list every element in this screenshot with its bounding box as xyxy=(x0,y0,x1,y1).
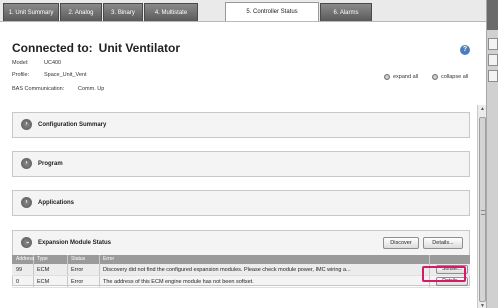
main-scrollbar[interactable]: ▲ ▼ xyxy=(477,105,486,308)
column-header-status[interactable]: Status xyxy=(68,255,100,264)
scroll-down-icon[interactable]: ▼ xyxy=(479,303,486,308)
scroll-grip-icon xyxy=(481,210,485,215)
tab-alarms[interactable]: 6. Alarms xyxy=(320,3,372,21)
side-toolbar-header xyxy=(487,0,498,30)
expand-all-link[interactable]: expand all xyxy=(384,74,418,80)
chevron-right-icon[interactable]: › xyxy=(21,119,32,130)
table-header: Address Type Status Error xyxy=(12,255,470,264)
table-row[interactable]: 99 ECM Error Discovery did not find the … xyxy=(12,264,470,276)
help-icon[interactable]: ? xyxy=(460,45,470,55)
chevron-down-icon[interactable]: › xyxy=(21,237,32,248)
table-row[interactable]: 0 ECM Error The address of this ECM engi… xyxy=(12,276,470,288)
expansion-module-title: Expansion Module Status xyxy=(38,239,112,246)
scroll-thumb[interactable] xyxy=(479,117,486,302)
tab-binary[interactable]: 3. Binary xyxy=(103,3,143,21)
connected-label: Connected to: xyxy=(12,41,93,55)
program-header[interactable]: › Program xyxy=(13,152,469,175)
model-value: UC400 xyxy=(44,60,62,66)
softset-button[interactable]: Softset... xyxy=(436,265,468,274)
side-tool-button[interactable] xyxy=(488,54,498,66)
applications-panel: › Applications xyxy=(12,190,470,216)
bas-value: Comm. Up xyxy=(78,86,105,92)
profile-label: Profile: xyxy=(12,72,30,78)
row-details-button[interactable]: Details... xyxy=(436,277,468,286)
expansion-module-header[interactable]: › Expansion Module Status Discover Detai… xyxy=(13,231,469,254)
column-header-error[interactable]: Error xyxy=(100,255,430,264)
model-row: Model: UC400 xyxy=(12,60,61,66)
column-header-action xyxy=(430,255,470,264)
page-title: Connected to: Unit Ventilator xyxy=(12,41,180,55)
column-header-type[interactable]: Type xyxy=(34,255,68,264)
cell-address: 99 xyxy=(12,264,34,275)
discover-button[interactable]: Discover xyxy=(383,237,419,249)
profile-row: Profile: Space_Unit_Vent xyxy=(12,72,87,78)
cell-status: Error xyxy=(68,276,100,287)
configuration-summary-panel: › Configuration Summary xyxy=(12,112,470,138)
applications-title: Applications xyxy=(38,199,75,206)
expand-all-label: expand all xyxy=(393,74,419,80)
column-header-address[interactable]: Address xyxy=(12,255,34,264)
side-tool-button[interactable] xyxy=(488,38,498,50)
program-title: Program xyxy=(38,160,63,167)
scroll-up-icon[interactable]: ▲ xyxy=(479,106,486,113)
bas-label: BAS Communication: xyxy=(12,86,65,92)
side-tool-button[interactable] xyxy=(488,70,498,82)
bas-row: BAS Communication: Comm. Up xyxy=(12,86,104,92)
profile-value: Space_Unit_Vent xyxy=(44,72,87,78)
chevron-right-icon[interactable]: › xyxy=(21,197,32,208)
side-toolbar xyxy=(486,0,498,308)
chevron-right-icon[interactable]: › xyxy=(21,158,32,169)
tab-unit-summary[interactable]: 1. Unit Summary xyxy=(3,3,59,21)
cell-address: 0 xyxy=(12,276,34,287)
configuration-summary-header[interactable]: › Configuration Summary xyxy=(13,113,469,136)
cell-status: Error xyxy=(68,264,100,275)
program-panel: › Program xyxy=(12,151,470,177)
device-name: Unit Ventilator xyxy=(98,41,181,55)
expand-all-icon xyxy=(384,74,390,80)
applications-header[interactable]: › Applications xyxy=(13,191,469,214)
tab-analog[interactable]: 2. Analog xyxy=(60,3,102,21)
collapse-all-label: collapse all xyxy=(441,74,469,80)
tab-multistate[interactable]: 4. Multistate xyxy=(144,3,198,21)
cell-type: ECM xyxy=(34,276,68,287)
tab-bar: 1. Unit Summary 2. Analog 3. Binary 4. M… xyxy=(0,0,486,22)
tab-controller-status[interactable]: 5. Controller Status xyxy=(225,2,319,21)
configuration-summary-title: Configuration Summary xyxy=(38,121,107,128)
collapse-all-icon xyxy=(432,74,438,80)
expansion-module-table: Address Type Status Error 99 ECM Error D… xyxy=(12,255,470,288)
details-button[interactable]: Details... xyxy=(423,237,463,249)
model-label: Model: xyxy=(12,60,29,66)
collapse-all-link[interactable]: collapse all xyxy=(432,74,468,80)
cell-type: ECM xyxy=(34,264,68,275)
cell-error: Discovery did not find the configured ex… xyxy=(100,264,430,275)
cell-error: The address of this ECM engine module ha… xyxy=(100,276,430,287)
